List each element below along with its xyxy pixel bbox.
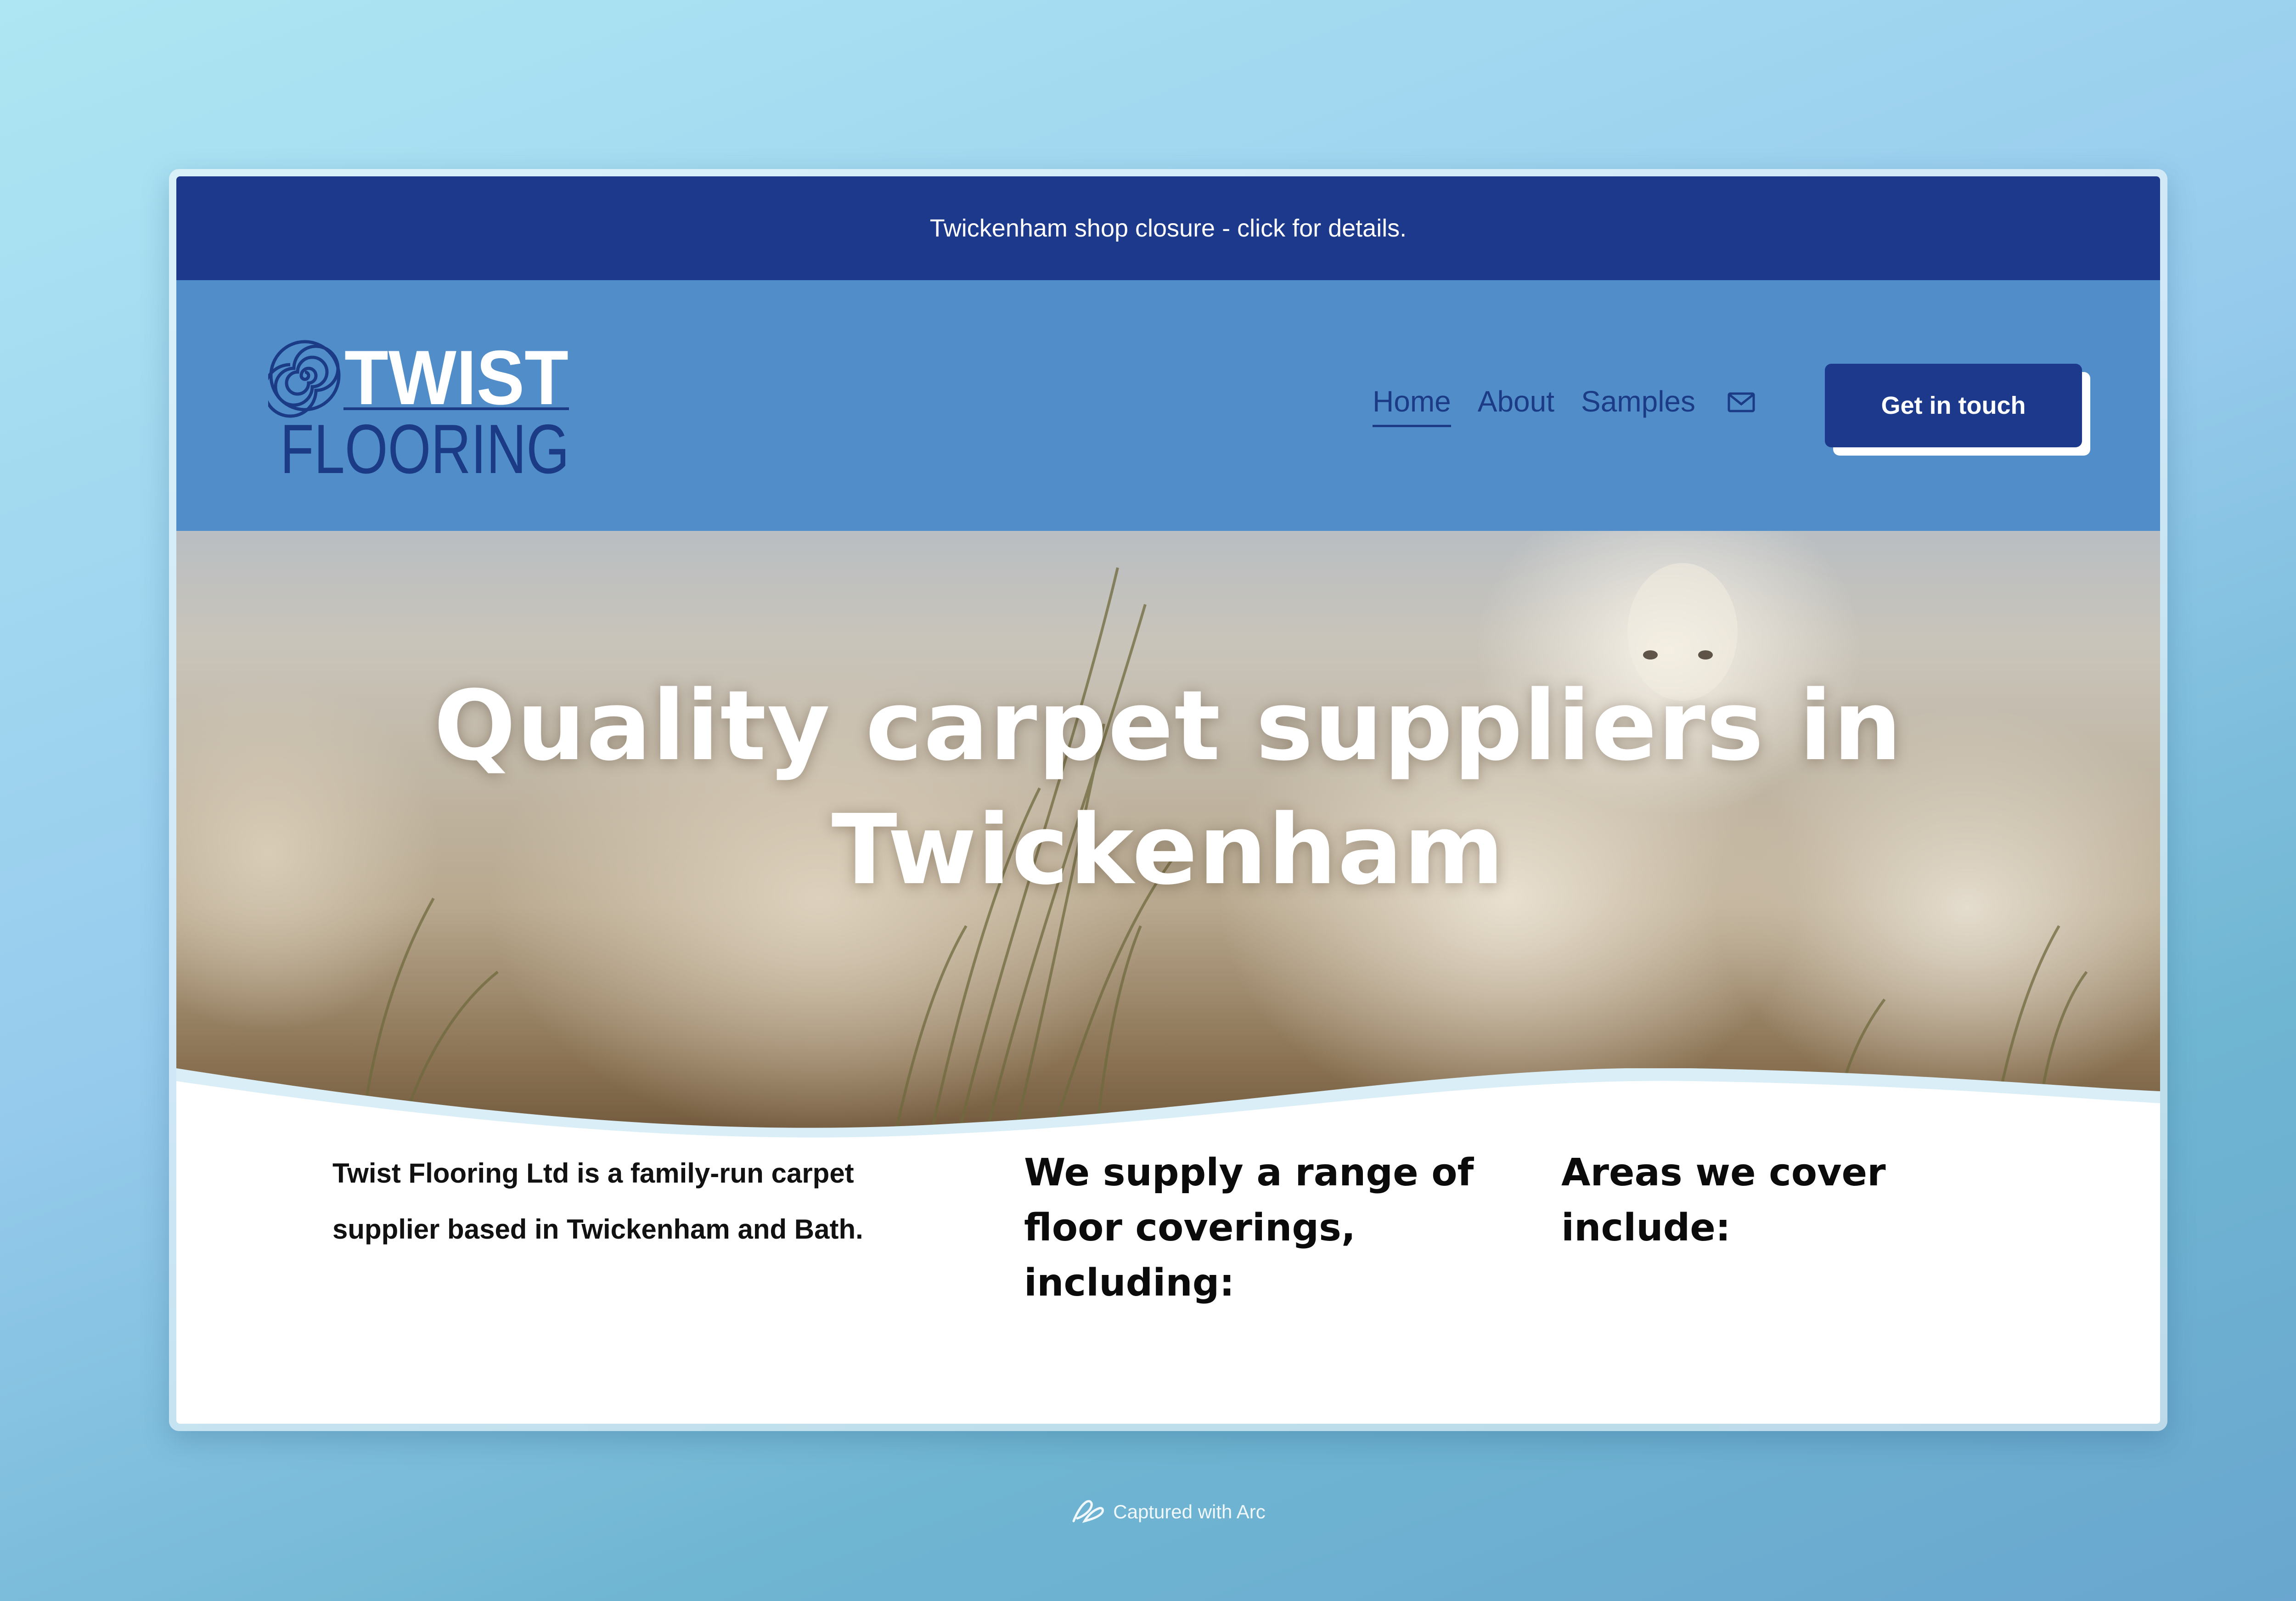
hero-title: Quality carpet suppliers in Twickenham xyxy=(433,670,1903,906)
logo-text-flooring: FLOORING xyxy=(280,410,569,477)
areas-heading: Areas we cover include: xyxy=(1561,1151,1886,1250)
browser-window: Twickenham shop closure - click for deta… xyxy=(169,169,2167,1431)
site-header: TWIST FLOORING Home About Samples Get in… xyxy=(176,280,2160,531)
hero-wave-divider xyxy=(176,1068,2160,1156)
arc-capture-text: Captured with Arc xyxy=(1113,1501,1266,1522)
arc-logo-icon xyxy=(1072,1500,1104,1523)
main-nav: Home About Samples Get in touch xyxy=(1373,364,2090,456)
nav-samples[interactable]: Samples xyxy=(1581,384,1695,427)
spiral-logo-icon: TWIST FLOORING xyxy=(268,339,569,477)
mail-icon[interactable] xyxy=(1728,392,1755,412)
intro-text: Twist Flooring Ltd is a family-run carpe… xyxy=(332,1158,863,1245)
arc-capture-badge: Captured with Arc xyxy=(0,1498,2296,1526)
logo-text-twist: TWIST xyxy=(344,339,568,421)
announcement-bar[interactable]: Twickenham shop closure - click for deta… xyxy=(176,176,2160,280)
get-in-touch-button[interactable]: Get in touch xyxy=(1825,364,2082,447)
announcement-text[interactable]: Twickenham shop closure - click for deta… xyxy=(930,214,1407,242)
nav-home[interactable]: Home xyxy=(1373,384,1451,427)
page-viewport: Twickenham shop closure - click for deta… xyxy=(176,176,2160,1424)
supply-heading: We supply a range of floor coverings, in… xyxy=(1024,1151,1474,1305)
twist-flooring-logo[interactable]: TWIST FLOORING xyxy=(268,339,571,477)
hero-banner: Quality carpet suppliers in Twickenham xyxy=(176,531,2160,1156)
cta-wrapper: Get in touch xyxy=(1825,364,2090,456)
nav-about[interactable]: About xyxy=(1478,384,1554,427)
